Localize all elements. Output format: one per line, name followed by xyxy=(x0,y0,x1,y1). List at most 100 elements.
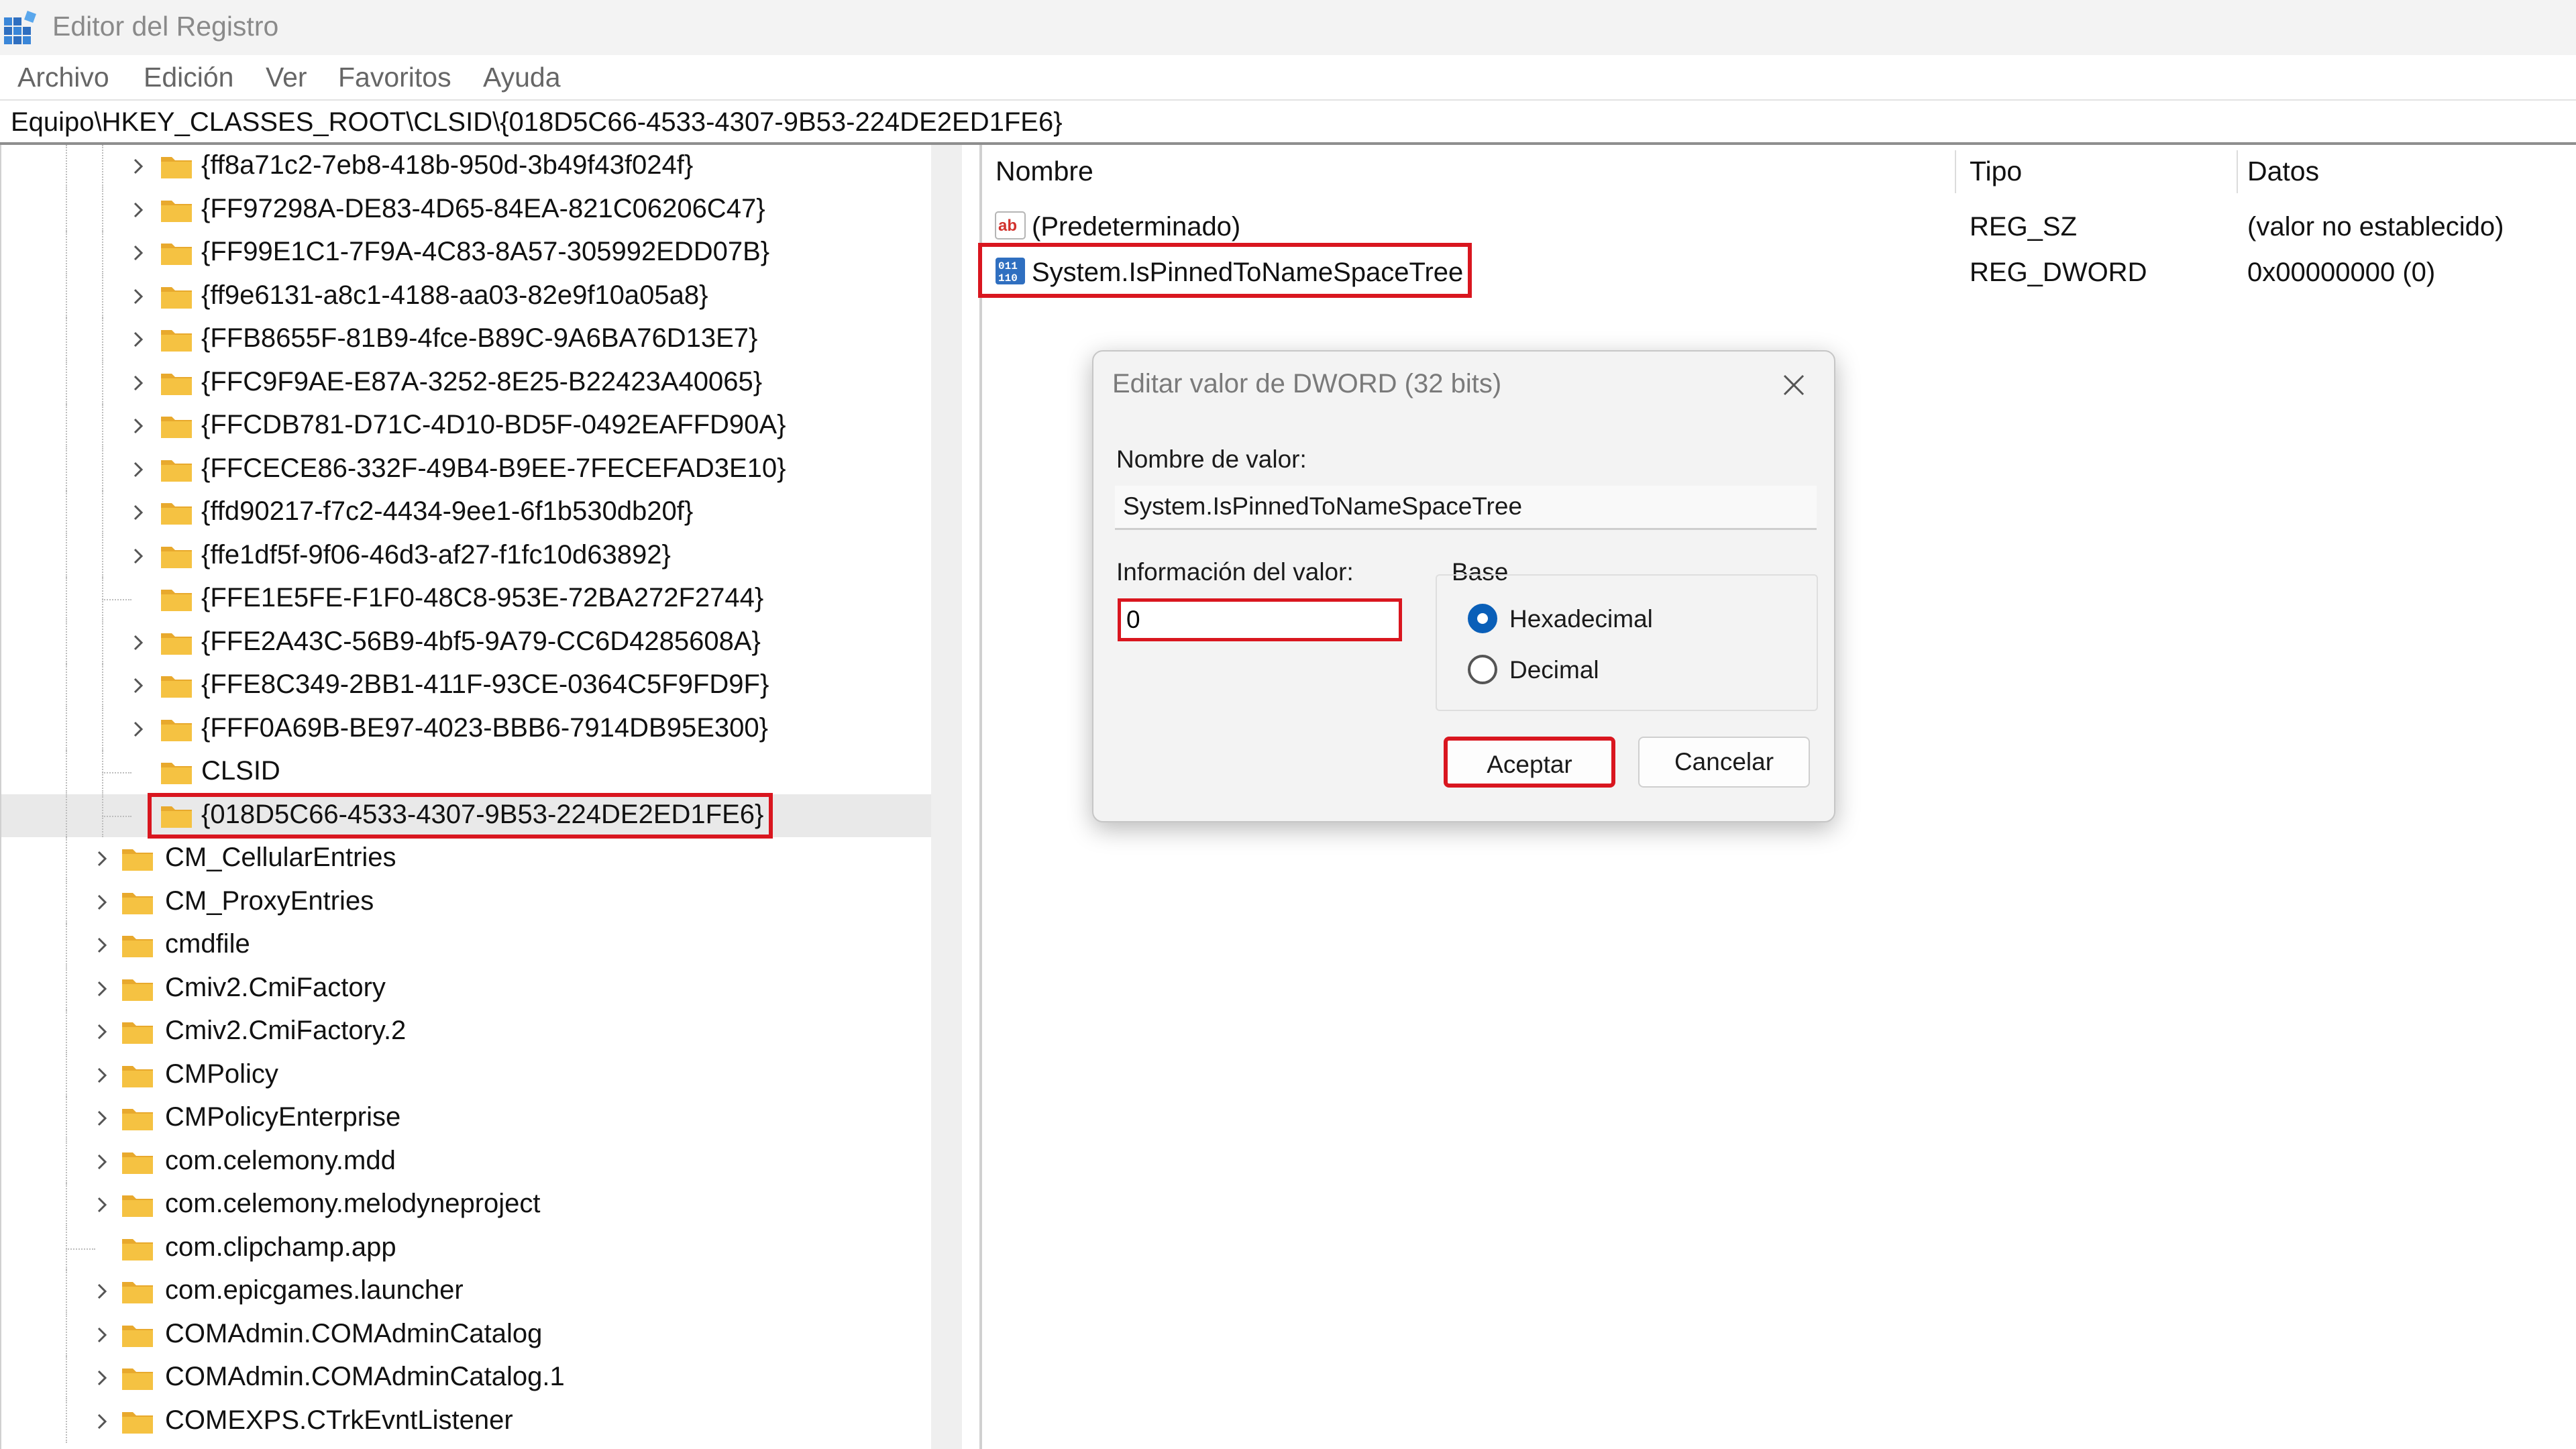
tree-item[interactable]: {FF97298A-DE83-4D65-84EA-821C06206C47} xyxy=(1,188,934,231)
chevron-right-icon[interactable] xyxy=(93,1326,111,1344)
ok-button[interactable]: Aceptar xyxy=(1444,737,1615,788)
folder-icon xyxy=(161,590,192,611)
column-separator[interactable] xyxy=(1955,150,1956,193)
chevron-right-icon[interactable] xyxy=(129,244,148,262)
tree-item-label: {ff8a71c2-7eb8-418b-950d-3b49f43f024f} xyxy=(201,150,694,180)
tree-item[interactable]: com.clipchamp.app xyxy=(1,1226,934,1270)
tree-item[interactable]: {FFC9F9AE-E87A-3252-8E25-B22423A40065} xyxy=(1,361,934,405)
tree-item[interactable]: COMEXPS.CTrkEvntListener xyxy=(1,1399,934,1443)
tree-item[interactable]: {ff8a71c2-7eb8-418b-950d-3b49f43f024f} xyxy=(1,145,934,188)
chevron-right-icon[interactable] xyxy=(93,1152,111,1171)
tree-guide-line xyxy=(102,599,131,600)
menu-favoritos[interactable]: Favoritos xyxy=(338,62,451,93)
tree-item[interactable]: {FFF0A69B-BE97-4023-BBB6-7914DB95E300} xyxy=(1,707,934,751)
tree-item[interactable]: COMAdmin.COMAdminCatalog.1 xyxy=(1,1356,934,1399)
tree-item[interactable]: Cmiv2.CmiFactory xyxy=(1,967,934,1010)
tree-guide-line xyxy=(102,405,103,447)
chevron-right-icon[interactable] xyxy=(129,330,148,349)
chevron-right-icon[interactable] xyxy=(93,1195,111,1214)
chevron-right-icon[interactable] xyxy=(129,374,148,392)
radio-decimal-label[interactable]: Decimal xyxy=(1509,656,1599,684)
chevron-right-icon[interactable] xyxy=(129,157,148,176)
menu-archivo[interactable]: Archivo xyxy=(17,62,109,93)
tree-guide-line xyxy=(66,534,67,578)
key-tree[interactable]: {ff8a71c2-7eb8-418b-950d-3b49f43f024f} {F… xyxy=(0,145,962,1449)
tree-item[interactable]: {ff9e6131-a8c1-4188-aa03-82e9f10a05a8} xyxy=(1,274,934,318)
tree-item[interactable]: {FFB8655F-81B9-4fce-B89C-9A6BA76D13E7} xyxy=(1,318,934,361)
chevron-right-icon[interactable] xyxy=(129,460,148,479)
chevron-right-icon[interactable] xyxy=(93,849,111,868)
column-header-datos[interactable]: Datos xyxy=(2247,156,2319,187)
tree-guide-line xyxy=(102,815,131,817)
tree-item[interactable]: CMPolicyEnterprise xyxy=(1,1097,934,1140)
folder-icon xyxy=(161,503,192,525)
chevron-right-icon[interactable] xyxy=(129,547,148,566)
chevron-right-icon[interactable] xyxy=(93,1022,111,1041)
chevron-right-icon[interactable] xyxy=(129,633,148,652)
chevron-right-icon[interactable] xyxy=(129,201,148,219)
tree-item[interactable]: {FFCECE86-332F-49B4-B9EE-7FECEFAD3E10} xyxy=(1,447,934,491)
column-separator[interactable] xyxy=(2237,150,2238,193)
folder-icon xyxy=(122,1195,153,1217)
tree-item[interactable]: cmdfile xyxy=(1,924,934,967)
chevron-right-icon[interactable] xyxy=(93,1368,111,1387)
tree-item[interactable]: {ffe1df5f-9f06-46d3-af27-f1fc10d63892} xyxy=(1,534,934,578)
tree-item[interactable]: Cmiv2.CmiFactory.2 xyxy=(1,1010,934,1053)
chevron-right-icon[interactable] xyxy=(93,893,111,912)
tree-guide-line xyxy=(102,534,103,578)
tree-item[interactable]: {FFE1E5FE-F1F0-48C8-953E-72BA272F2744} xyxy=(1,578,934,621)
chevron-right-icon[interactable] xyxy=(93,1282,111,1301)
tree-scrollbar[interactable] xyxy=(931,145,962,1449)
menu-edicion[interactable]: Edición xyxy=(144,62,233,93)
tree-item[interactable]: CM_ProxyEntries xyxy=(1,880,934,924)
tree-item[interactable]: {018D5C66-4533-4307-9B53-224DE2ED1FE6} xyxy=(1,792,934,839)
tree-item[interactable]: CM_CellularEntries xyxy=(1,837,934,880)
radio-hexadecimal-label[interactable]: Hexadecimal xyxy=(1509,605,1653,633)
tree-item[interactable]: {FFCDB781-D71C-4D10-BD5F-0492EAFFD90A} xyxy=(1,405,934,447)
chevron-right-icon[interactable] xyxy=(129,676,148,695)
chevron-right-icon[interactable] xyxy=(93,979,111,998)
tree-item-label: CM_ProxyEntries xyxy=(165,885,374,916)
tree-item-label: CM_CellularEntries xyxy=(165,843,396,872)
close-icon[interactable] xyxy=(1776,368,1811,402)
tree-guide-line xyxy=(66,318,67,361)
tree-item-label: {FFCDB781-D71C-4D10-BD5F-0492EAFFD90A} xyxy=(201,410,786,439)
chevron-right-icon[interactable] xyxy=(93,1412,111,1431)
chevron-right-icon[interactable] xyxy=(93,936,111,955)
tree-guide-line xyxy=(66,1140,67,1183)
base-group: Hexadecimal Decimal xyxy=(1436,574,1818,711)
chevron-right-icon[interactable] xyxy=(129,417,148,435)
tree-item-label: COMAdmin.COMAdminCatalog.1 xyxy=(165,1362,565,1391)
string-value-icon: ab xyxy=(995,211,1026,239)
value-row[interactable]: ab (Predeterminado) REG_SZ (valor no est… xyxy=(982,203,2576,248)
tree-item[interactable]: com.epicgames.launcher xyxy=(1,1270,934,1313)
tree-item[interactable]: com.celemony.melodyneproject xyxy=(1,1183,934,1226)
chevron-right-icon[interactable] xyxy=(93,1109,111,1128)
menu-ayuda[interactable]: Ayuda xyxy=(483,62,561,93)
folder-icon xyxy=(161,633,192,655)
tree-item[interactable]: com.celemony.mdd xyxy=(1,1140,934,1183)
pane-splitter[interactable] xyxy=(962,145,982,1449)
chevron-right-icon[interactable] xyxy=(129,503,148,522)
tree-guide-line xyxy=(66,274,67,318)
tree-item[interactable]: CMPolicy xyxy=(1,1053,934,1097)
chevron-right-icon[interactable] xyxy=(93,1066,111,1085)
tree-item[interactable]: CLSID xyxy=(1,751,934,794)
tree-item[interactable]: {FF99E1C1-7F9A-4C83-8A57-305992EDD07B} xyxy=(1,231,934,274)
address-bar[interactable]: Equipo\HKEY_CLASSES_ROOT\CLSID\{018D5C66… xyxy=(0,99,2576,145)
chevron-right-icon[interactable] xyxy=(129,720,148,739)
value-data-input[interactable] xyxy=(1118,598,1402,641)
radio-decimal[interactable] xyxy=(1468,655,1497,684)
radio-hexadecimal[interactable] xyxy=(1468,604,1497,633)
tree-item[interactable]: {ffd90217-f7c2-4434-9ee1-6f1b530db20f} xyxy=(1,491,934,534)
tree-item[interactable]: {FFE8C349-2BB1-411F-93CE-0364C5F9FD9F} xyxy=(1,664,934,707)
column-header-nombre[interactable]: Nombre xyxy=(996,156,1093,187)
tree-item[interactable]: {FFE2A43C-56B9-4bf5-9A79-CC6D4285608A} xyxy=(1,621,934,664)
menu-ver[interactable]: Ver xyxy=(266,62,307,93)
address-path[interactable]: Equipo\HKEY_CLASSES_ROOT\CLSID\{018D5C66… xyxy=(11,107,1063,138)
folder-icon xyxy=(122,1282,153,1303)
column-header-tipo[interactable]: Tipo xyxy=(1970,156,2022,187)
tree-item[interactable]: COMAdmin.COMAdminCatalog xyxy=(1,1313,934,1356)
cancel-button[interactable]: Cancelar xyxy=(1638,737,1810,788)
chevron-right-icon[interactable] xyxy=(129,287,148,306)
